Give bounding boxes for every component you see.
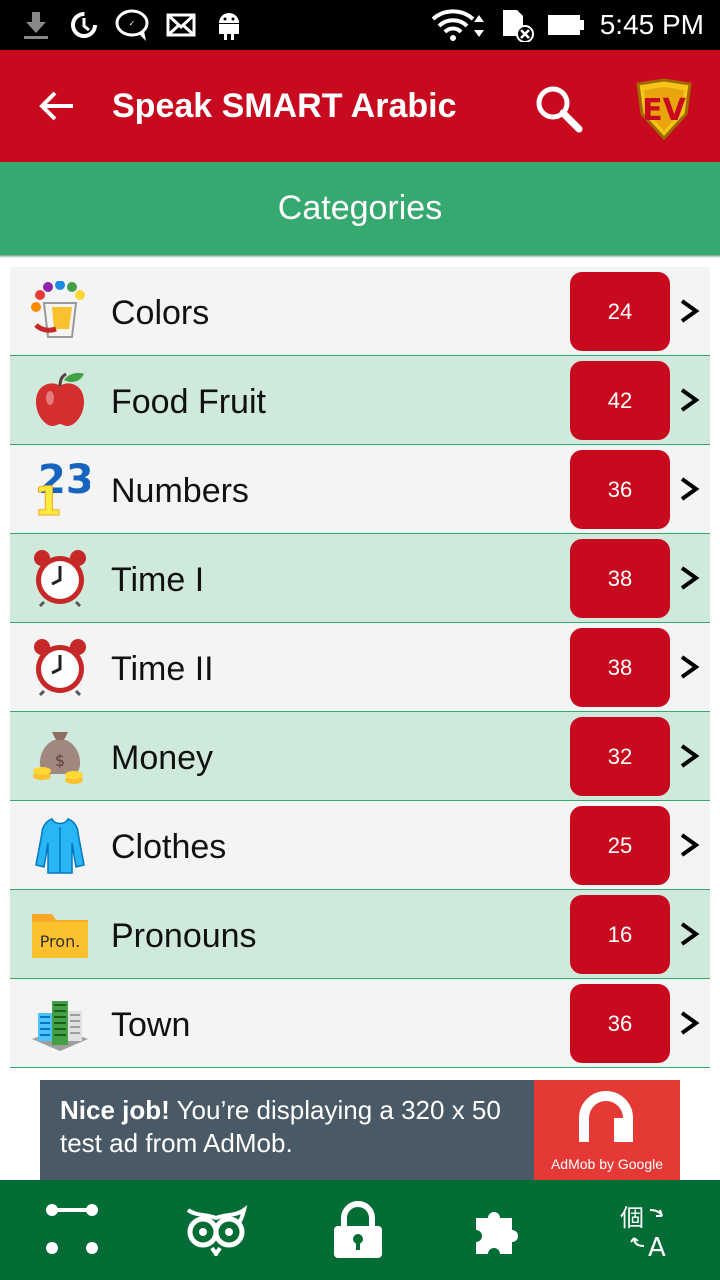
category-row-town[interactable]: Town 36 [10,979,710,1068]
nav-lock-button[interactable] [326,1198,390,1262]
search-button[interactable] [526,76,590,140]
ev-logo[interactable]: EV [632,78,696,141]
category-row-food-fruit[interactable]: Food Fruit 42 [10,356,710,445]
alarm-clock-icon [34,639,86,697]
category-row-pronouns[interactable]: Pron. Pronouns 16 [10,890,710,979]
category-label: Time I [111,561,205,599]
chevron-right-icon [680,744,700,768]
chevron-right-icon [680,566,700,590]
count-badge: 38 [570,539,670,618]
nav-owl-button[interactable] [184,1198,248,1262]
category-list: Colors 24 Food Fruit 42 23 1 Numbers 36 … [10,267,710,1068]
back-button[interactable] [28,78,84,134]
category-label: Time II [111,650,214,688]
category-label: Clothes [111,828,227,866]
app-bar: Speak SMART Arabic EV [0,50,720,162]
header-shadow [0,254,720,258]
chevron-right-icon [680,922,700,946]
wifi-icon [430,8,488,42]
money-bag-icon: $ [33,732,83,784]
svg-text:個: 個 [620,1204,644,1232]
category-row-time-ii[interactable]: Time II 38 [10,623,710,712]
clock-time: 5:45 PM [599,9,704,40]
translate-icon: 個 A [620,1204,666,1260]
count-badge: 36 [570,450,670,529]
lock-icon [334,1201,382,1258]
svg-text:1: 1 [34,479,62,519]
download-icon [20,8,52,42]
category-row-colors[interactable]: Colors 24 [10,267,710,356]
category-row-numbers[interactable]: 23 1 Numbers 36 [10,445,710,534]
category-row-time-i[interactable]: Time I 38 [10,534,710,623]
owl-icon [186,1205,248,1256]
mail-icon [164,8,198,42]
chevron-right-icon [680,833,700,857]
nav-translate-button[interactable]: 個 A [614,1198,678,1262]
bottom-nav: 個 A [0,1180,720,1280]
count-badge: 16 [570,895,670,974]
ad-banner[interactable]: Nice job! You’re displaying a 320 x 50 t… [40,1080,680,1180]
svg-text:Pron.: Pron. [40,932,81,951]
numbers-icon: 23 1 [34,459,91,519]
chat-bubble-icon: ✓ [112,8,152,42]
chevron-right-icon [680,655,700,679]
count-badge: 38 [570,628,670,707]
svg-text:A: A [648,1233,666,1260]
arrow-left-icon [39,91,73,121]
category-label: Food Fruit [111,383,266,421]
count-badge: 24 [570,272,670,351]
jacket-icon [35,818,85,874]
sd-card-icon [498,8,536,42]
count-badge: 32 [570,717,670,796]
admob-logo: AdMob by Google [534,1080,680,1180]
category-row-clothes[interactable]: Clothes 25 [10,801,710,890]
category-label: Money [111,739,214,777]
puzzle-icon [476,1212,518,1254]
count-badge: 25 [570,806,670,885]
ad-text: Nice job! You’re displaying a 320 x 50 t… [60,1094,530,1160]
nav-puzzle-button[interactable] [468,1198,532,1262]
alarm-clock-icon [34,550,86,608]
data-saver-icon [66,8,102,42]
paint-bucket-icon [31,281,85,338]
folder-icon: Pron. [32,914,88,958]
status-bar: ✓ 5:45 PM [0,0,720,50]
buildings-icon [32,1001,88,1051]
chevron-right-icon [680,1011,700,1035]
categories-header: Categories [0,162,720,254]
category-label: Numbers [111,472,249,510]
ad-headline: Nice job! [60,1095,170,1125]
search-icon [536,86,583,133]
category-row-money[interactable]: $ Money 32 [10,712,710,801]
nav-flow-button[interactable] [40,1198,104,1262]
ev-shield-icon: EV [636,78,692,141]
category-label: Pronouns [111,917,257,955]
count-badge: 42 [570,361,670,440]
category-label: Colors [111,294,210,332]
count-badge: 36 [570,984,670,1063]
svg-text:$: $ [55,751,65,770]
apple-icon [36,372,84,426]
chevron-right-icon [680,477,700,501]
battery-icon [546,8,586,42]
category-label: Town [111,1006,191,1044]
admob-icon [579,1091,633,1142]
svg-text:✓: ✓ [129,19,136,28]
flow-icon [46,1204,98,1254]
svg-text:EV: EV [642,93,686,128]
chevron-right-icon [680,388,700,412]
admob-brand-text: AdMob by Google [550,1156,664,1172]
chevron-right-icon [680,299,700,323]
android-icon [212,8,246,42]
app-title: Speak SMART Arabic [112,87,457,125]
